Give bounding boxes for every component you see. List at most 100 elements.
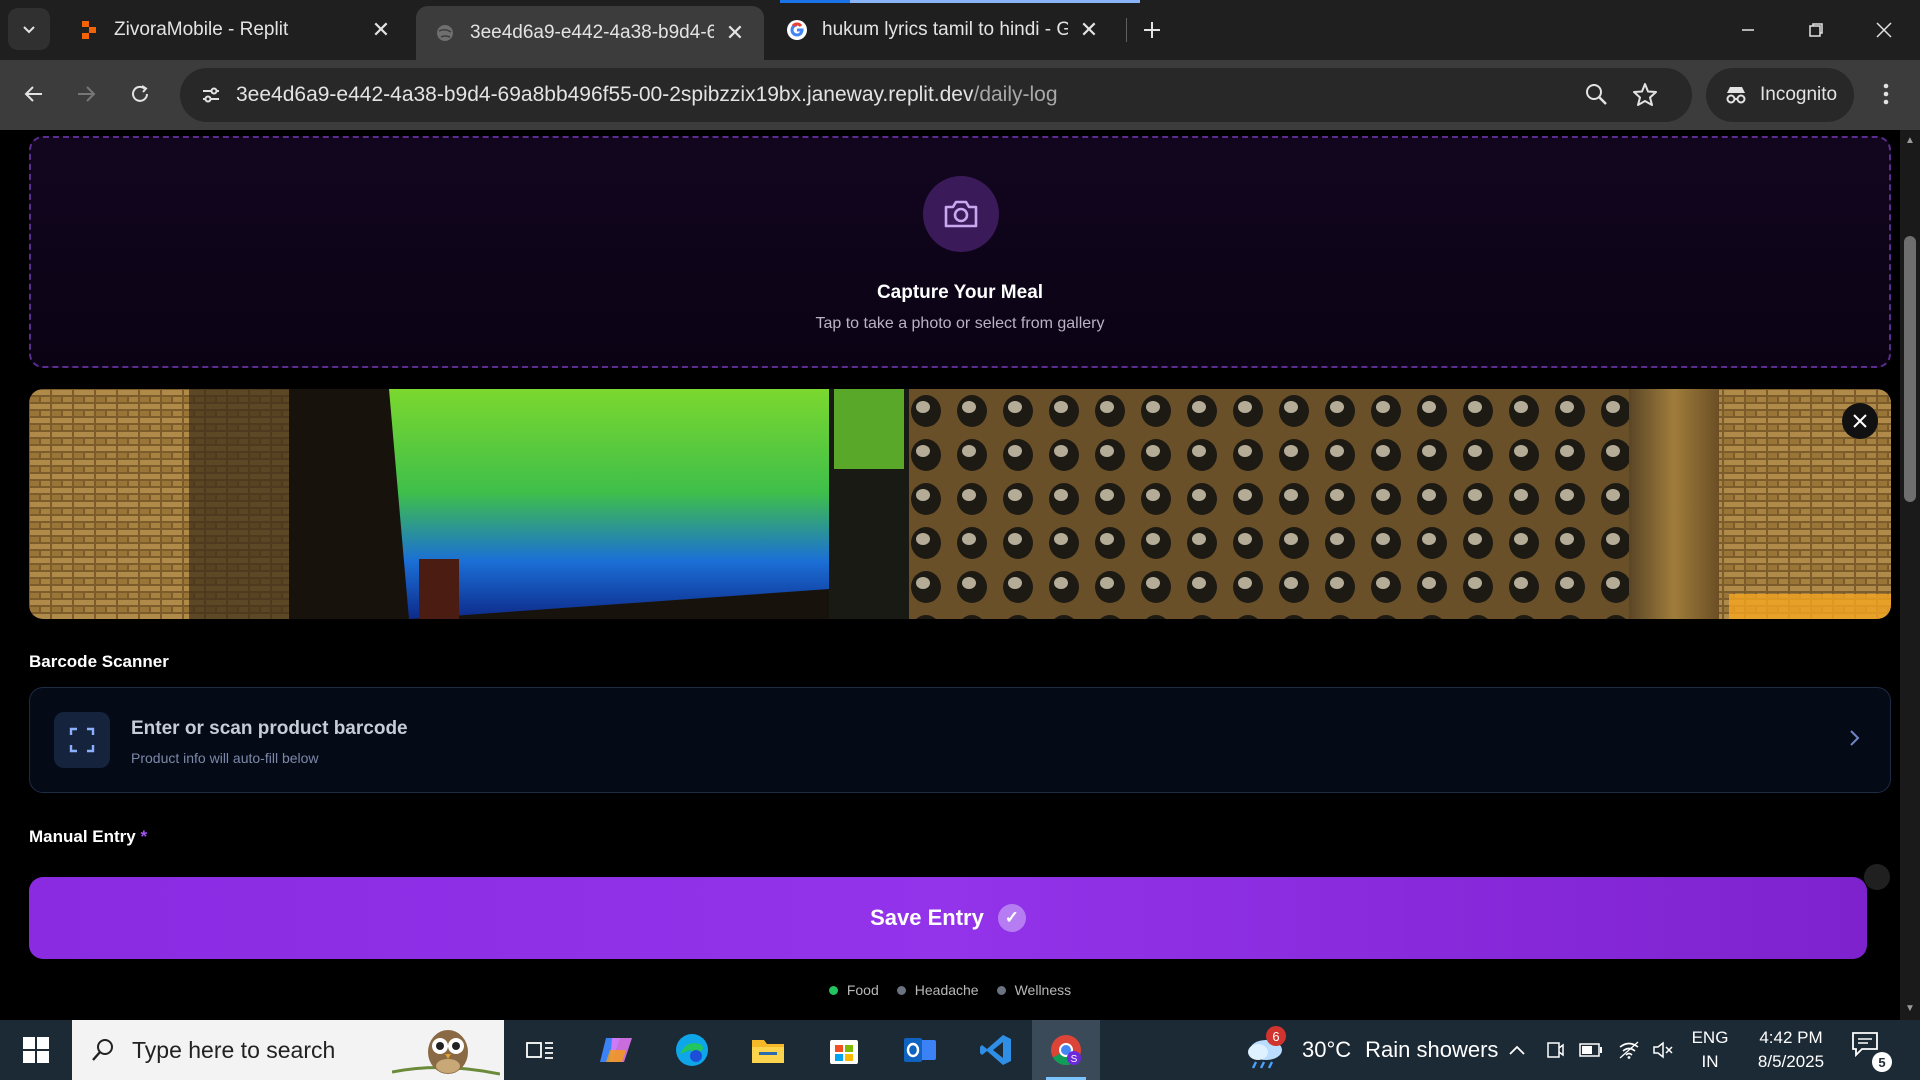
back-button[interactable] — [12, 72, 56, 116]
start-button[interactable] — [0, 1020, 72, 1080]
plus-icon — [1144, 22, 1160, 38]
vscode-app[interactable] — [962, 1020, 1030, 1080]
edge-app[interactable] — [658, 1020, 726, 1080]
show-hidden-icons-button[interactable] — [1502, 1020, 1532, 1080]
tab-google-search[interactable]: hukum lyrics tamil to hindi - Go ✕ — [768, 6, 1118, 54]
manual-entry-text: Manual Entry — [29, 827, 136, 846]
close-icon — [1853, 414, 1867, 428]
tab-loading-indicator — [780, 0, 1140, 3]
chevron-up-icon — [1509, 1045, 1525, 1055]
wifi-icon[interactable] — [1614, 1020, 1644, 1080]
close-tab-icon[interactable]: ✕ — [370, 17, 392, 42]
page-scrollbar[interactable]: ▲ ▼ — [1900, 130, 1920, 1020]
search-icon — [92, 1039, 113, 1061]
manual-entry-label: Manual Entry * — [29, 827, 147, 847]
scrollbar-thumb[interactable] — [1904, 236, 1916, 502]
outlook-icon — [904, 1038, 936, 1062]
outlook-app[interactable] — [886, 1020, 954, 1080]
google-icon — [786, 19, 808, 41]
legend-label: Headache — [914, 982, 979, 998]
file-explorer-app[interactable] — [734, 1020, 802, 1080]
tab-zivora-replit[interactable]: ZivoraMobile - Replit ✕ — [60, 6, 410, 54]
scan-icon — [54, 712, 110, 768]
lang-region: IN — [1701, 1052, 1719, 1071]
close-tab-icon[interactable]: ✕ — [724, 20, 746, 45]
zoom-icon[interactable] — [1582, 80, 1612, 110]
legend-dot — [828, 985, 838, 995]
bookmark-star-icon[interactable] — [1630, 80, 1660, 110]
windows-icon — [23, 1037, 49, 1063]
chrome-app[interactable]: S — [1032, 1020, 1100, 1080]
more-vert-icon — [1883, 83, 1889, 105]
legend-item-headache: Headache — [896, 982, 979, 998]
new-tab-button[interactable] — [1136, 12, 1168, 48]
legend-item-food: Food — [828, 982, 879, 998]
legend-label: Wellness — [1014, 982, 1072, 998]
scroll-up-arrow[interactable]: ▲ — [1904, 136, 1916, 146]
volume-muted-icon[interactable] — [1648, 1020, 1678, 1080]
chevron-down-icon — [23, 26, 35, 34]
taskbar: Type here to search S 6 30°C Rain shower… — [0, 1020, 1920, 1080]
remove-photo-button[interactable] — [1842, 403, 1878, 439]
tab-search-button[interactable] — [8, 8, 50, 50]
chrome-icon: S — [1051, 1035, 1081, 1066]
restore-button[interactable] — [1782, 0, 1850, 60]
globe-icon — [434, 22, 456, 44]
weather-widget[interactable]: 6 30°C Rain showers — [1244, 1020, 1498, 1080]
notification-center-button[interactable]: 5 — [1850, 1030, 1894, 1074]
incognito-indicator[interactable]: Incognito — [1706, 68, 1854, 122]
task-view-icon — [526, 1042, 553, 1059]
input-language-indicator[interactable]: ENG IN — [1686, 1026, 1734, 1074]
minimize-button[interactable] — [1714, 0, 1782, 60]
vscode-icon — [980, 1035, 1011, 1065]
svg-text:S: S — [1071, 1054, 1078, 1065]
browser-menu-button[interactable] — [1870, 72, 1902, 116]
incognito-label: Incognito — [1760, 84, 1838, 105]
tab-separator — [1126, 18, 1127, 42]
site-info-icon[interactable] — [192, 76, 230, 114]
legend-dot — [996, 985, 1006, 995]
save-entry-label: Save Entry — [870, 905, 984, 930]
reload-button[interactable] — [118, 72, 162, 116]
barcode-section-label: Barcode Scanner — [29, 652, 169, 671]
close-window-button[interactable] — [1850, 0, 1918, 60]
copilot-app[interactable] — [582, 1020, 650, 1080]
microsoft-store-app[interactable] — [810, 1020, 878, 1080]
tab-daily-log[interactable]: 3ee4d6a9-e442-4a38-b9d4-69a ✕ — [416, 6, 764, 60]
taskbar-search-box[interactable]: Type here to search — [72, 1020, 504, 1080]
system-clock[interactable]: 4:42 PM 8/5/2025 — [1746, 1026, 1836, 1074]
owl-illustration-icon — [392, 1030, 500, 1076]
barcode-scanner-card[interactable]: Enter or scan product barcode Product in… — [29, 687, 1891, 793]
address-bar[interactable]: 3ee4d6a9-e442-4a38-b9d4-69a8bb496f55-00-… — [180, 68, 1692, 122]
capture-meal-dropzone[interactable]: Capture Your Meal Tap to take a photo or… — [29, 136, 1891, 368]
forward-button[interactable] — [64, 72, 108, 116]
copilot-icon — [600, 1038, 632, 1062]
battery-icon[interactable] — [1576, 1020, 1606, 1080]
clock-date: 8/5/2025 — [1757, 1052, 1825, 1071]
replit-icon — [78, 19, 100, 41]
arrow-left-icon — [24, 86, 42, 102]
folder-icon — [752, 1040, 784, 1063]
weather-temp: 30°C — [1302, 1037, 1352, 1062]
url-host: 3ee4d6a9-e442-4a38-b9d4-69a8bb496f55-00-… — [236, 83, 974, 106]
url-path: /daily-log — [973, 83, 1058, 106]
close-tab-icon[interactable]: ✕ — [1078, 17, 1100, 42]
task-view-button[interactable] — [506, 1020, 574, 1080]
weather-desc: Rain showers — [1365, 1037, 1499, 1062]
photo-image — [29, 389, 1891, 619]
save-entry-button[interactable]: Save Entry ✓ — [29, 877, 1867, 959]
tab-title: 3ee4d6a9-e442-4a38-b9d4-69a — [470, 22, 714, 43]
legend-dot — [896, 985, 906, 995]
capture-subtitle: Tap to take a photo or select from galle… — [815, 315, 1105, 332]
restore-icon — [1809, 23, 1823, 37]
meet-now-icon[interactable] — [1540, 1020, 1570, 1080]
weather-alert-badge: 6 — [1266, 1026, 1286, 1046]
search-placeholder: Type here to search — [132, 1036, 336, 1063]
arrow-right-icon — [78, 86, 96, 102]
scroll-down-arrow[interactable]: ▼ — [1904, 1004, 1916, 1014]
incognito-icon — [1726, 87, 1746, 104]
chevron-right-icon — [1842, 726, 1866, 750]
page-viewport: Capture Your Meal Tap to take a photo or… — [0, 130, 1900, 1020]
meal-photo-preview — [29, 389, 1891, 619]
url-text[interactable]: 3ee4d6a9-e442-4a38-b9d4-69a8bb496f55-00-… — [236, 83, 1058, 107]
